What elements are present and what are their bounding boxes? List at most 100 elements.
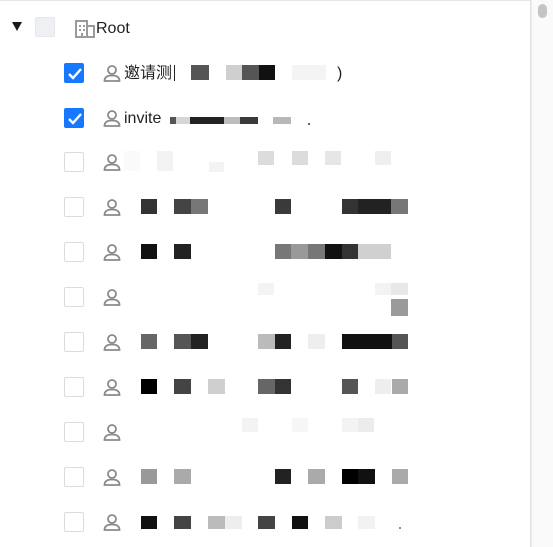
user-icon xyxy=(102,377,122,402)
redacted-block xyxy=(308,123,310,125)
user-icon xyxy=(102,242,122,267)
redacted-block xyxy=(292,418,308,432)
redacted-block xyxy=(209,162,224,172)
tree-child-row[interactable] xyxy=(0,508,531,538)
redacted-block xyxy=(375,379,391,394)
redacted-block xyxy=(174,469,191,484)
redacted-block xyxy=(325,516,342,529)
redacted-block xyxy=(259,65,275,80)
redacted-block xyxy=(141,199,157,214)
redacted-block xyxy=(292,65,326,80)
redacted-block xyxy=(375,283,391,295)
redacted-block xyxy=(174,379,191,394)
redacted-block xyxy=(392,469,408,484)
redacted-block xyxy=(342,199,358,214)
checkbox[interactable] xyxy=(64,422,84,442)
root-checkbox[interactable] xyxy=(35,17,55,37)
checkbox[interactable] xyxy=(64,512,84,532)
tree-child-row[interactable]: invite xyxy=(0,104,531,134)
redacted-block xyxy=(240,117,258,124)
tree-child-row[interactable] xyxy=(0,373,531,403)
redacted-block xyxy=(191,334,208,349)
checkbox-checked[interactable] xyxy=(64,63,84,83)
checkbox[interactable] xyxy=(64,197,84,217)
redacted-block xyxy=(342,334,392,349)
checkbox[interactable] xyxy=(64,332,84,352)
vertical-scrollbar[interactable] xyxy=(531,0,553,547)
checkbox[interactable] xyxy=(64,242,84,262)
redacted-block xyxy=(292,516,308,529)
redacted-block xyxy=(308,469,325,484)
redacted-block xyxy=(124,151,140,171)
redacted-block xyxy=(258,379,275,394)
user-icon xyxy=(102,63,122,88)
tree-child-row[interactable] xyxy=(0,148,531,178)
checkbox-checked[interactable] xyxy=(64,108,84,128)
redacted-block xyxy=(258,516,275,529)
redacted-block xyxy=(391,199,408,214)
redacted-block xyxy=(308,334,325,349)
redacted-block xyxy=(358,244,391,259)
user-icon xyxy=(102,108,122,133)
redacted-block xyxy=(174,516,191,529)
tree-child-row[interactable] xyxy=(0,193,531,223)
root-label: Root xyxy=(96,20,130,37)
redacted-block xyxy=(190,117,224,124)
user-icon xyxy=(102,287,122,312)
child-label-suffix: ) xyxy=(337,65,343,82)
caret-down-icon[interactable] xyxy=(12,22,22,31)
tree-child-row[interactable]: 邀请测 ) xyxy=(0,59,531,89)
redacted-block xyxy=(292,151,308,165)
redacted-block xyxy=(275,244,291,259)
redacted-block xyxy=(342,469,358,484)
child-label: 邀请测 xyxy=(124,65,173,82)
redacted-block xyxy=(242,65,259,80)
redacted-block xyxy=(275,334,291,349)
redacted-block xyxy=(342,244,358,259)
tree-child-row[interactable] xyxy=(0,238,531,268)
redacted-block xyxy=(392,334,408,349)
redacted-block xyxy=(141,469,157,484)
user-icon xyxy=(102,332,122,357)
redacted-block xyxy=(174,334,191,349)
redacted-block xyxy=(358,516,375,529)
redacted-block xyxy=(342,379,358,394)
redacted-block xyxy=(157,151,173,171)
checkbox[interactable] xyxy=(64,377,84,397)
redacted-block xyxy=(258,151,274,165)
user-icon xyxy=(102,467,122,492)
redacted-block xyxy=(242,418,258,432)
redacted-block xyxy=(342,418,358,432)
redacted-block xyxy=(174,244,191,259)
redacted-block xyxy=(191,199,208,214)
redacted-block xyxy=(325,244,342,259)
redacted-block xyxy=(391,299,408,316)
redacted-block xyxy=(225,516,242,529)
redacted-block xyxy=(391,283,408,295)
redacted-block xyxy=(208,379,225,394)
tree-child-row[interactable] xyxy=(0,328,531,358)
redacted-block xyxy=(141,379,157,394)
redacted-block xyxy=(258,334,275,349)
checkbox[interactable] xyxy=(64,287,84,307)
tree-child-row[interactable] xyxy=(0,418,531,448)
checkbox[interactable] xyxy=(64,467,84,487)
redacted-block xyxy=(191,65,209,80)
redacted-block xyxy=(275,199,291,214)
child-label: invite xyxy=(124,110,162,127)
redacted-block xyxy=(141,244,157,259)
redacted-block xyxy=(275,379,291,394)
redacted-block xyxy=(141,334,157,349)
scrollbar-thumb[interactable] xyxy=(538,4,547,18)
checkbox[interactable] xyxy=(64,152,84,172)
tree-child-row[interactable] xyxy=(0,283,531,316)
redacted-block xyxy=(174,199,191,214)
user-icon xyxy=(102,197,122,222)
user-icon xyxy=(102,422,122,447)
redacted-block xyxy=(358,418,374,432)
tree-root-row[interactable]: Root xyxy=(0,15,531,45)
user-icon xyxy=(102,152,122,177)
redacted-block xyxy=(399,527,401,529)
redacted-block xyxy=(273,117,291,124)
tree-child-row[interactable] xyxy=(0,463,531,493)
